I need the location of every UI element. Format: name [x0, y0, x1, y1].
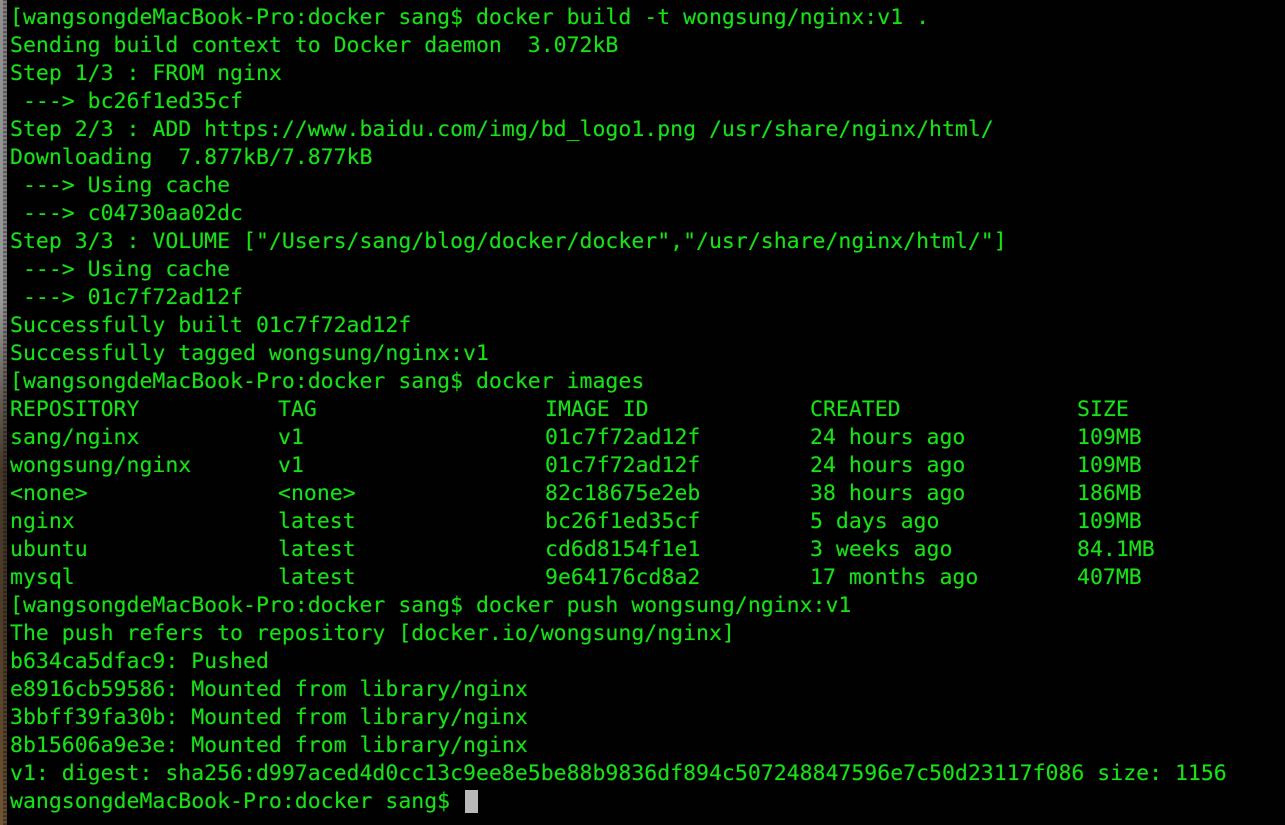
cell-created: 24 hours ago: [810, 425, 966, 450]
cell-image-id: 01c7f72ad12f: [545, 453, 701, 478]
terminal-line-layer-mounted-2: 3bbff39fa30b: Mounted from library/nginx: [10, 705, 528, 730]
cell-created: 3 weeks ago: [810, 537, 953, 562]
images-header-tag: TAG: [278, 397, 317, 422]
cell-tag: latest: [278, 565, 356, 590]
table-row: <none> <none> 82c18675e2eb 38 hours ago …: [0, 480, 1285, 508]
cell-image-id: 9e64176cd8a2: [545, 565, 701, 590]
window-left-edge-artifact: [0, 0, 7, 825]
table-row: ubuntu latest cd6d8154f1e1 3 weeks ago 8…: [0, 536, 1285, 564]
text-cursor: [465, 790, 479, 813]
terminal-line-layer-mounted-1: e8916cb59586: Mounted from library/nginx: [10, 677, 528, 702]
cell-repository: mysql: [10, 565, 75, 590]
terminal-line-step-3: Step 3/3 : VOLUME ["/Users/sang/blog/doc…: [10, 229, 1007, 254]
terminal-line-build-command: [wangsongdeMacBook-Pro:docker sang$ dock…: [10, 5, 930, 30]
cell-image-id: cd6d8154f1e1: [545, 537, 701, 562]
images-header-created: CREATED: [810, 397, 901, 422]
terminal-line-step-2: Step 2/3 : ADD https://www.baidu.com/img…: [10, 117, 994, 142]
table-row: nginx latest bc26f1ed35cf 5 days ago 109…: [0, 508, 1285, 536]
cell-size: 109MB: [1077, 453, 1142, 478]
cell-tag: v1: [278, 425, 304, 450]
cell-size: 84.1MB: [1077, 537, 1155, 562]
table-row: wongsung/nginx v1 01c7f72ad12f 24 hours …: [0, 452, 1285, 480]
images-header-size: SIZE: [1077, 397, 1129, 422]
terminal-line-push-refers: The push refers to repository [docker.io…: [10, 621, 735, 646]
cell-repository: nginx: [10, 509, 75, 534]
terminal-line-downloading: Downloading 7.877kB/7.877kB: [10, 145, 373, 170]
terminal-window[interactable]: [wangsongdeMacBook-Pro:docker sang$ dock…: [0, 0, 1285, 825]
terminal-line-successfully-built: Successfully built 01c7f72ad12f: [10, 313, 412, 338]
terminal-output-area[interactable]: [wangsongdeMacBook-Pro:docker sang$ dock…: [0, 0, 1285, 825]
images-table-header: REPOSITORY TAG IMAGE ID CREATED SIZE: [0, 396, 1285, 424]
terminal-line-layer-mounted-3: 8b15606a9e3e: Mounted from library/nginx: [10, 733, 528, 758]
cell-size: 407MB: [1077, 565, 1142, 590]
images-header-image-id: IMAGE ID: [545, 397, 649, 422]
cell-created: 17 months ago: [810, 565, 979, 590]
images-header-repository: REPOSITORY: [10, 397, 140, 422]
cell-tag: latest: [278, 537, 356, 562]
cell-repository: sang/nginx: [10, 425, 140, 450]
terminal-line-images-command: [wangsongdeMacBook-Pro:docker sang$ dock…: [10, 369, 645, 394]
cell-size: 186MB: [1077, 481, 1142, 506]
terminal-line-digest: v1: digest: sha256:d997aced4d0cc13c9ee8e…: [10, 761, 1227, 786]
terminal-line-push-command: [wangsongdeMacBook-Pro:docker sang$ dock…: [10, 593, 852, 618]
terminal-line-using-cache-2: ---> Using cache: [10, 257, 231, 282]
cell-tag: latest: [278, 509, 356, 534]
table-row: sang/nginx v1 01c7f72ad12f 24 hours ago …: [0, 424, 1285, 452]
cell-size: 109MB: [1077, 425, 1142, 450]
cell-size: 109MB: [1077, 509, 1142, 534]
terminal-line-using-cache-1: ---> Using cache: [10, 173, 231, 198]
cell-created: 24 hours ago: [810, 453, 966, 478]
cell-created: 5 days ago: [810, 509, 940, 534]
cell-repository: wongsung/nginx: [10, 453, 192, 478]
cell-tag: v1: [278, 453, 304, 478]
terminal-line-sending-context: Sending build context to Docker daemon 3…: [10, 33, 619, 58]
terminal-line-layer-c04730aa02dc: ---> c04730aa02dc: [10, 201, 243, 226]
table-row: mysql latest 9e64176cd8a2 17 months ago …: [0, 564, 1285, 592]
terminal-line-layer-01c7f72ad12f: ---> 01c7f72ad12f: [10, 285, 243, 310]
terminal-line-layer-bc26f1ed35cf: ---> bc26f1ed35cf: [10, 89, 243, 114]
cell-tag: <none>: [278, 481, 356, 506]
terminal-line-layer-pushed: b634ca5dfac9: Pushed: [10, 649, 269, 674]
cell-created: 38 hours ago: [810, 481, 966, 506]
prompt-text: wangsongdeMacBook-Pro:docker sang$: [10, 789, 464, 814]
cell-image-id: 82c18675e2eb: [545, 481, 701, 506]
terminal-line-step-1: Step 1/3 : FROM nginx: [10, 61, 282, 86]
cell-image-id: bc26f1ed35cf: [545, 509, 701, 534]
cell-image-id: 01c7f72ad12f: [545, 425, 701, 450]
cell-repository: <none>: [10, 481, 88, 506]
terminal-final-prompt-line[interactable]: wangsongdeMacBook-Pro:docker sang$: [0, 788, 1285, 816]
cell-repository: ubuntu: [10, 537, 88, 562]
terminal-line-successfully-tagged: Successfully tagged wongsung/nginx:v1: [10, 341, 489, 366]
